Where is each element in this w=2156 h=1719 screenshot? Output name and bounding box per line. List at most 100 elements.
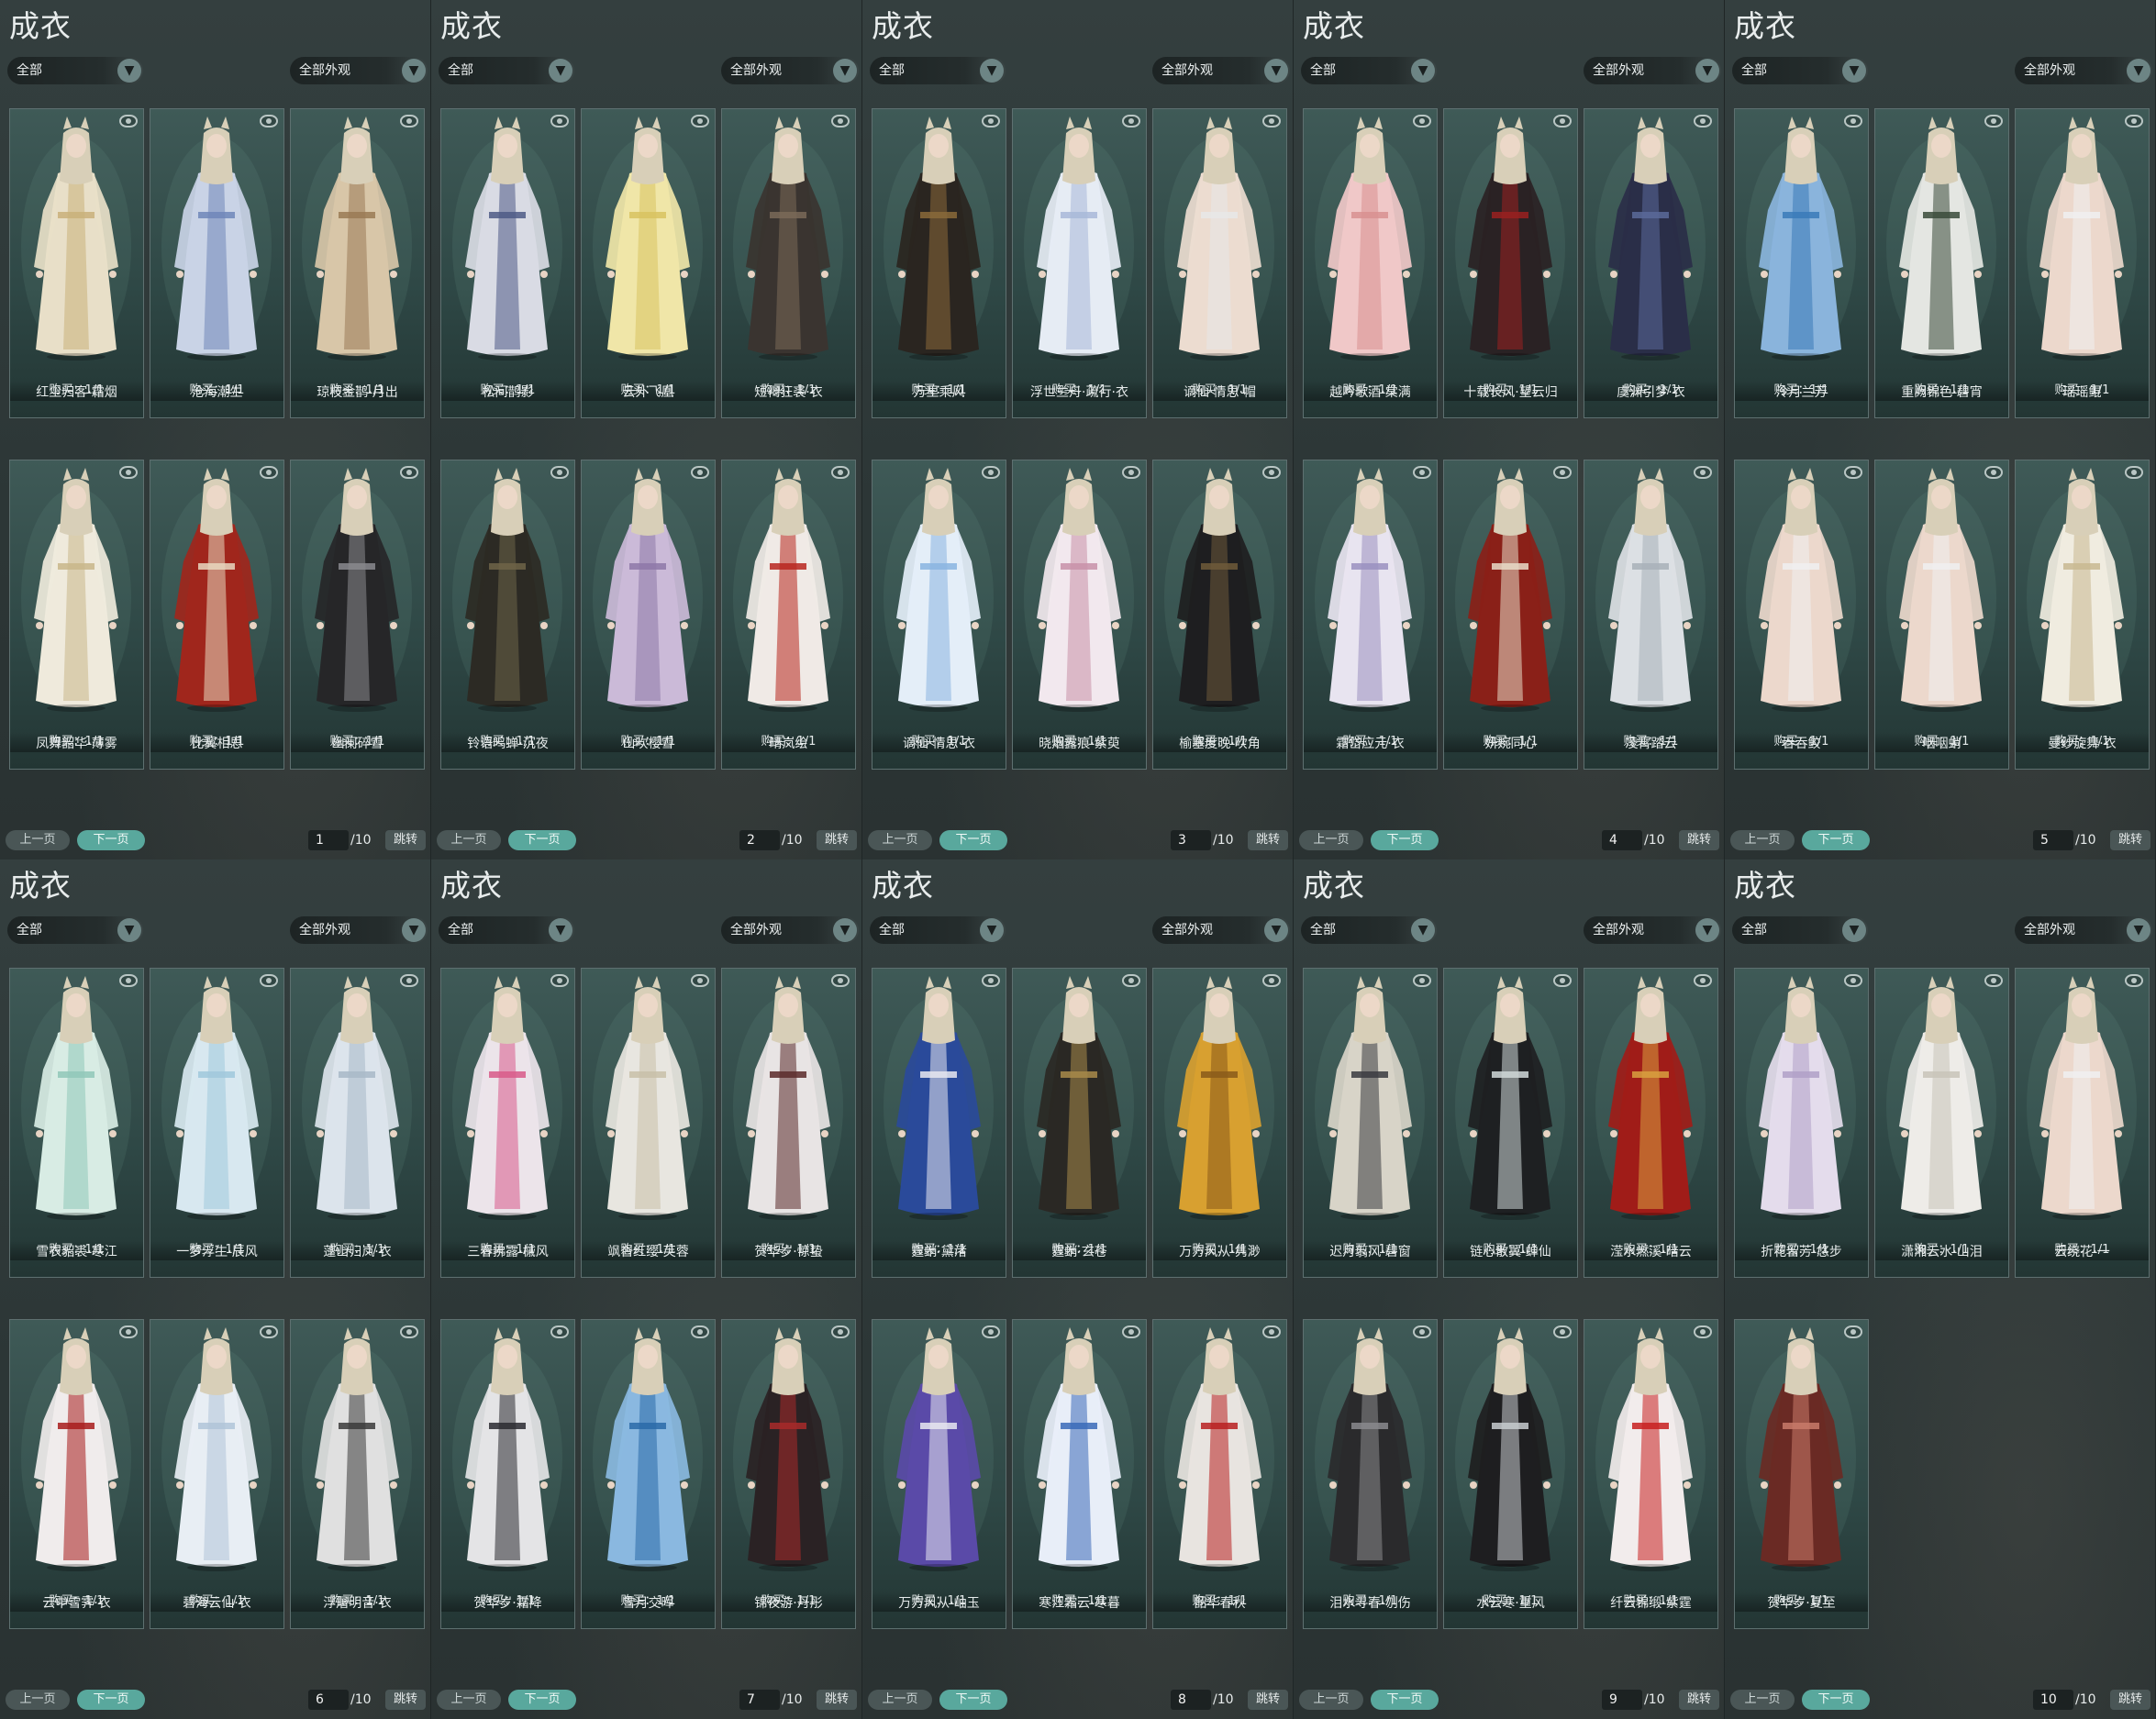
outfit-card[interactable]: 购买：1/1 [2015, 968, 2150, 1278]
eye-icon[interactable] [1262, 1325, 1281, 1338]
jump-button[interactable]: 跳转 [2110, 1690, 2150, 1710]
outfit-card[interactable]: 购买：1/1 [1303, 968, 1438, 1278]
next-page-button[interactable]: 下一页 [77, 1690, 145, 1710]
outfit-card[interactable]: 购买：1/1 [581, 460, 716, 770]
outfit-card[interactable]: 购买：1/1 [150, 460, 284, 770]
eye-icon[interactable] [1122, 974, 1140, 987]
category-dropdown[interactable]: 全部 ▼ [1732, 57, 1868, 84]
eye-icon[interactable] [1844, 974, 1862, 987]
category-dropdown[interactable]: 全部 ▼ [439, 57, 574, 84]
eye-icon[interactable] [1122, 1325, 1140, 1338]
page-number-input[interactable]: 9 [1602, 1690, 1642, 1710]
eye-icon[interactable] [400, 466, 418, 479]
outfit-card[interactable]: 购买：1/1 [1584, 460, 1718, 770]
eye-icon[interactable] [1694, 1325, 1712, 1338]
next-page-button[interactable]: 下一页 [939, 830, 1007, 850]
prev-page-button[interactable]: 上一页 [1299, 1690, 1363, 1710]
outfit-card[interactable]: 购买：1/1 [1152, 968, 1287, 1278]
page-number-input[interactable]: 4 [1602, 830, 1642, 850]
outfit-card[interactable]: 购买：1/1 [290, 1319, 425, 1629]
chevron-down-icon[interactable]: ▼ [549, 918, 572, 942]
outfit-card[interactable]: 购买：1/1 [581, 968, 716, 1278]
eye-icon[interactable] [982, 115, 1000, 128]
next-page-button[interactable]: 下一页 [1802, 1690, 1870, 1710]
page-number-input[interactable]: 2 [739, 830, 780, 850]
eye-icon[interactable] [1262, 466, 1281, 479]
appearance-dropdown[interactable]: 全部外观 ▼ [290, 916, 428, 944]
outfit-card[interactable]: 购买：1/1 [1152, 460, 1287, 770]
outfit-card[interactable]: 购买：1/1 [1584, 968, 1718, 1278]
outfit-card[interactable]: 购买：1/1 [1874, 968, 2009, 1278]
eye-icon[interactable] [2125, 115, 2143, 128]
page-number-input[interactable]: 10 [2033, 1690, 2073, 1710]
jump-button[interactable]: 跳转 [1248, 830, 1288, 850]
outfit-card[interactable]: 购买：1/1 [9, 460, 144, 770]
outfit-card[interactable]: 购买：1/1 [1443, 1319, 1578, 1629]
jump-button[interactable]: 跳转 [1679, 830, 1719, 850]
chevron-down-icon[interactable]: ▼ [1411, 918, 1435, 942]
outfit-card[interactable]: 购买：1/1 [1443, 460, 1578, 770]
outfit-card[interactable]: 购买：1/1 [150, 1319, 284, 1629]
next-page-button[interactable]: 下一页 [1371, 830, 1439, 850]
outfit-card[interactable]: 购买：1/1 [1734, 1319, 1869, 1629]
eye-icon[interactable] [1413, 115, 1431, 128]
appearance-dropdown[interactable]: 全部外观 ▼ [2015, 916, 2152, 944]
outfit-card[interactable]: 购买：1/1 [1012, 968, 1147, 1278]
outfit-card[interactable]: 购买：1/1 [290, 108, 425, 418]
eye-icon[interactable] [1844, 1325, 1862, 1338]
jump-button[interactable]: 跳转 [1248, 1690, 1288, 1710]
page-number-input[interactable]: 5 [2033, 830, 2073, 850]
eye-icon[interactable] [691, 115, 709, 128]
next-page-button[interactable]: 下一页 [1802, 830, 1870, 850]
outfit-card[interactable]: 购买：1/1 [872, 108, 1006, 418]
eye-icon[interactable] [1413, 1325, 1431, 1338]
category-dropdown[interactable]: 全部 ▼ [7, 916, 143, 944]
category-dropdown[interactable]: 全部 ▼ [439, 916, 574, 944]
page-number-input[interactable]: 7 [739, 1690, 780, 1710]
page-number-input[interactable]: 3 [1171, 830, 1211, 850]
prev-page-button[interactable]: 上一页 [1730, 1690, 1795, 1710]
outfit-card[interactable]: 购买：1/1 [1443, 108, 1578, 418]
outfit-card[interactable]: 购买：1/1 [1303, 1319, 1438, 1629]
outfit-card[interactable]: 购买：1/1 [290, 460, 425, 770]
prev-page-button[interactable]: 上一页 [437, 830, 501, 850]
page-number-input[interactable]: 1 [308, 830, 349, 850]
prev-page-button[interactable]: 上一页 [6, 1690, 70, 1710]
outfit-card[interactable]: 购买：1/1 [1734, 460, 1869, 770]
chevron-down-icon[interactable]: ▼ [1842, 918, 1866, 942]
eye-icon[interactable] [1122, 115, 1140, 128]
category-dropdown[interactable]: 全部 ▼ [870, 916, 1006, 944]
appearance-dropdown[interactable]: 全部外观 ▼ [290, 57, 428, 84]
eye-icon[interactable] [1262, 115, 1281, 128]
eye-icon[interactable] [1984, 466, 2003, 479]
eye-icon[interactable] [2125, 974, 2143, 987]
chevron-down-icon[interactable]: ▼ [2127, 59, 2150, 83]
eye-icon[interactable] [400, 1325, 418, 1338]
outfit-card[interactable]: 购买：1/1 [1012, 108, 1147, 418]
chevron-down-icon[interactable]: ▼ [2127, 918, 2150, 942]
eye-icon[interactable] [1122, 466, 1140, 479]
eye-icon[interactable] [1694, 974, 1712, 987]
appearance-dropdown[interactable]: 全部外观 ▼ [1584, 57, 1721, 84]
eye-icon[interactable] [691, 974, 709, 987]
prev-page-button[interactable]: 上一页 [1730, 830, 1795, 850]
outfit-card[interactable]: 购买：1/1 [721, 1319, 856, 1629]
prev-page-button[interactable]: 上一页 [6, 830, 70, 850]
appearance-dropdown[interactable]: 全部外观 ▼ [1152, 57, 1290, 84]
jump-button[interactable]: 跳转 [385, 830, 426, 850]
eye-icon[interactable] [1413, 466, 1431, 479]
outfit-card[interactable]: 购买：1/1 [872, 460, 1006, 770]
outfit-card[interactable]: 购买：1/1 [721, 968, 856, 1278]
eye-icon[interactable] [831, 974, 850, 987]
outfit-card[interactable]: 购买：1/1 [581, 108, 716, 418]
chevron-down-icon[interactable]: ▼ [402, 59, 426, 83]
outfit-card[interactable]: 购买：1/1 [1152, 108, 1287, 418]
outfit-card[interactable]: 购买：1/1 [1443, 968, 1578, 1278]
next-page-button[interactable]: 下一页 [508, 830, 576, 850]
eye-icon[interactable] [1844, 115, 1862, 128]
outfit-card[interactable]: 购买：1/1 [440, 968, 575, 1278]
eye-icon[interactable] [691, 1325, 709, 1338]
outfit-card[interactable]: 购买：1/1 [1874, 460, 2009, 770]
eye-icon[interactable] [119, 1325, 138, 1338]
outfit-card[interactable]: 购买：1/1 [150, 968, 284, 1278]
